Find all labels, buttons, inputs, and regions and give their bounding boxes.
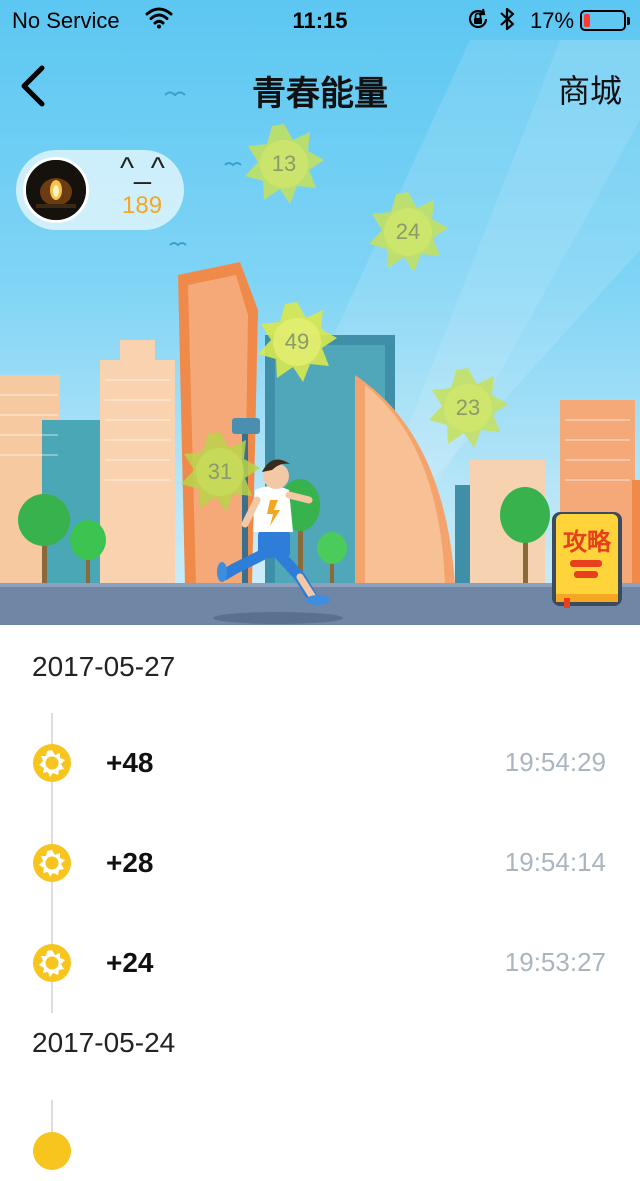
entry-time: 19:54:29 [504,747,606,777]
history-entry [0,1121,640,1181]
energy-score: 189 [122,192,163,219]
energy-bubble[interactable]: 13 [242,122,326,206]
nav-bar: 青春能量 商城 [0,60,640,113]
entry-amount: +24 [106,947,154,978]
history-date: 2017-05-24 [32,1027,176,1058]
entry-amount: +48 [106,747,154,778]
sun-coin-icon [33,944,71,982]
entry-time: 19:53:27 [504,947,606,977]
history-entry: +24 19:53:27 [0,933,640,993]
shop-button[interactable]: 商城 [558,66,622,112]
history-date: 2017-05-27 [32,651,176,682]
page-title: 青春能量 [252,75,388,113]
energy-bubble[interactable]: 49 [255,300,339,384]
sun-coin-icon [33,1132,71,1170]
bluetooth-icon [499,6,515,38]
energy-history-list: 2017-05-27 +48 19:54:29 +28 19:54:14 +24… [0,625,640,1170]
entry-time: 19:54:14 [504,847,606,877]
battery-percent: 17% [530,8,575,33]
history-entry: +28 19:54:14 [0,833,640,893]
avatar [23,157,89,223]
bubble-value: 13 [271,151,297,176]
energy-bubble[interactable]: 23 [426,366,510,450]
hero-scene: No Service 11:15 17% 青春能量 商城 ^_^ 189 13 … [0,0,640,625]
profile-card[interactable]: ^_^ 189 [16,150,184,230]
rotation-lock-icon [466,7,490,37]
guide-book-button[interactable]: 攻略 [550,508,624,608]
bubble-value: 31 [207,459,233,484]
entry-amount: +28 [106,847,154,878]
bubble-value: 49 [284,329,310,354]
energy-bubble[interactable]: 24 [366,190,450,274]
profile-face-text: ^_^ [120,152,165,185]
status-bar: No Service 11:15 17% [0,0,640,40]
sun-coin-icon [33,844,71,882]
battery-level-fill [584,14,590,27]
bubble-value: 23 [455,395,481,420]
history-entry: +48 19:54:29 [0,733,640,793]
sun-coin-icon [33,744,71,782]
energy-bubble[interactable]: 31 [178,430,262,514]
battery-icon [580,10,630,31]
guide-label: 攻略 [563,529,611,556]
bubble-value: 24 [395,219,421,244]
